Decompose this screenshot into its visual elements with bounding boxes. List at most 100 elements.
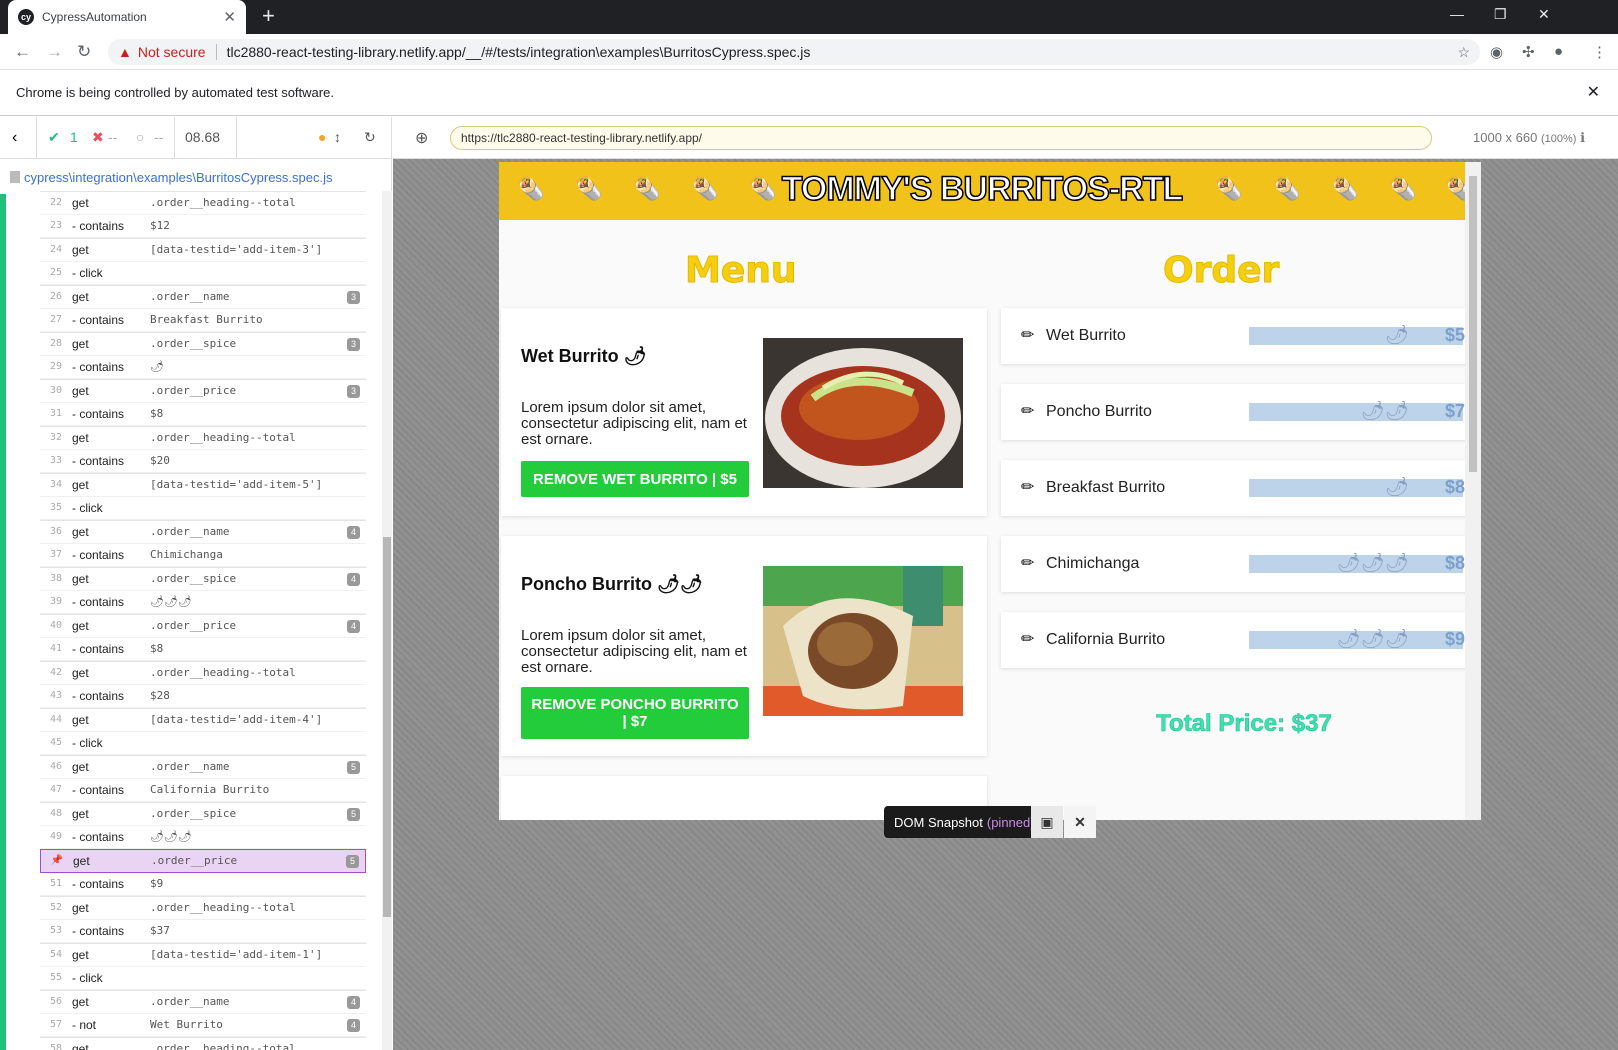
command-row[interactable]: 24 get [data-testid='add-item-3'] <box>40 238 366 262</box>
menu-kebab-icon[interactable]: ⋮ <box>1592 43 1607 61</box>
omnibox[interactable]: ▲ Not secure tlc2880-react-testing-libra… <box>108 39 1480 65</box>
failed-count: -- <box>108 129 118 145</box>
back-icon[interactable]: ← <box>14 42 31 62</box>
command-line-number: 45 <box>49 737 63 749</box>
command-row[interactable]: 26 get .order__name 3 <box>40 285 366 309</box>
bookmark-star-icon[interactable]: ☆ <box>1457 44 1470 61</box>
command-row[interactable]: 33 - contains $20 <box>40 450 366 473</box>
command-name: get <box>72 242 89 257</box>
command-row[interactable]: 28 get .order__spice 3 <box>40 332 366 356</box>
command-row[interactable]: 41 - contains $8 <box>40 638 366 661</box>
forward-icon[interactable]: → <box>46 42 63 62</box>
auto-scroll-icon[interactable]: ↕ <box>334 129 341 145</box>
command-message: .order__spice <box>150 337 237 351</box>
command-name: - contains <box>72 406 125 421</box>
command-row[interactable]: 52 get .order__heading--total <box>40 896 366 920</box>
command-row[interactable]: 42 get .order__heading--total <box>40 661 366 685</box>
command-row[interactable]: 31 - contains $8 <box>40 403 366 426</box>
command-row[interactable]: 27 - contains Breakfast Burrito <box>40 309 366 332</box>
menu-item-name: Wet Burrito <box>521 346 619 366</box>
command-line-number: 39 <box>49 596 63 608</box>
command-message: [data-testid='add-item-3'] <box>150 243 323 257</box>
command-name: get <box>72 524 89 539</box>
command-row[interactable]: 55 - click <box>40 967 366 990</box>
command-row[interactable]: 47 - contains California Burrito <box>40 779 366 802</box>
order-spice: 🌶 <box>1384 325 1409 346</box>
browser-tab[interactable]: cy CypressAutomation ✕ <box>8 0 246 34</box>
aut-header: ⊕ https://tlc2880-react-testing-library.… <box>393 117 1618 159</box>
command-row[interactable]: 38 get .order__spice 4 <box>40 567 366 591</box>
command-row[interactable]: 29 - contains 🌶 <box>40 356 366 379</box>
command-name: - contains <box>72 547 125 562</box>
command-message: $28 <box>150 689 170 703</box>
viewport-info[interactable]: 1000 x 660 (100%) ℹ <box>1473 130 1585 146</box>
command-row[interactable]: 23 - contains $12 <box>40 215 366 238</box>
minimize-icon[interactable]: — <box>1450 6 1464 22</box>
command-row[interactable]: 43 - contains $28 <box>40 685 366 708</box>
menu-heading: Menu <box>685 250 797 292</box>
command-log-scrollbar[interactable] <box>382 191 392 1050</box>
new-tab-icon[interactable]: + <box>262 3 275 29</box>
command-row[interactable]: 36 get .order__name 4 <box>40 520 366 544</box>
command-row[interactable]: 48 get .order__spice 5 <box>40 802 366 826</box>
command-row[interactable]: 35 - click <box>40 497 366 520</box>
command-line-number: 49 <box>49 831 63 843</box>
close-window-icon[interactable]: ✕ <box>1538 6 1550 23</box>
command-row[interactable]: 30 get .order__price 3 <box>40 379 366 403</box>
command-row[interactable]: 57 - not Wet Burrito 4 <box>40 1014 366 1037</box>
extensions-puzzle-icon[interactable]: ✣ <box>1522 43 1535 61</box>
command-row[interactable]: 45 - click <box>40 732 366 755</box>
order-row: ✏ Chimichanga 🌶🌶🌶 $8 <box>1001 536 1465 592</box>
automation-infobar: Chrome is being controlled by automated … <box>0 70 1618 116</box>
command-line-number: 40 <box>49 620 63 632</box>
infobar-text: Chrome is being controlled by automated … <box>16 85 334 100</box>
stats-divider <box>36 117 37 159</box>
command-row[interactable]: 51 - contains $9 <box>40 873 366 896</box>
command-row[interactable]: 📌 get .order__price 5 <box>40 849 366 873</box>
close-tab-icon[interactable]: ✕ <box>223 8 236 26</box>
app-scrollbar[interactable] <box>1465 162 1481 820</box>
command-row[interactable]: 34 get [data-testid='add-item-5'] <box>40 473 366 497</box>
infobar-close-icon[interactable]: ✕ <box>1587 82 1600 102</box>
command-name: - contains <box>72 876 125 891</box>
menu-item-card: Wet Burrito 🌶 Lorem ipsum dolor sit amet… <box>501 308 987 516</box>
command-row[interactable]: 37 - contains Chimichanga <box>40 544 366 567</box>
command-name: get <box>72 336 89 351</box>
stats-divider <box>174 117 175 159</box>
command-message: $37 <box>150 924 170 938</box>
unpin-close-icon[interactable]: ✕ <box>1064 806 1096 838</box>
command-row[interactable]: 44 get [data-testid='add-item-4'] <box>40 708 366 732</box>
restart-icon[interactable]: ↻ <box>364 129 376 146</box>
reload-icon[interactable]: ↻ <box>77 42 91 62</box>
profile-avatar-icon[interactable]: ● <box>1554 43 1563 60</box>
command-line-number: 46 <box>49 761 63 773</box>
command-row[interactable]: 54 get [data-testid='add-item-1'] <box>40 943 366 967</box>
command-row[interactable]: 46 get .order__name 5 <box>40 755 366 779</box>
cypress-extension-icon[interactable]: ◉ <box>1490 43 1503 61</box>
remove-poncho-burrito-button[interactable]: REMOVE PONCHO BURRITO | $7 <box>521 687 749 739</box>
command-row[interactable]: 40 get .order__price 4 <box>40 614 366 638</box>
restore-icon[interactable]: ❐ <box>1494 6 1507 23</box>
command-message: .order__heading--total <box>150 431 296 445</box>
command-row[interactable]: 49 - contains 🌶🌶🌶 <box>40 826 366 849</box>
command-line-number: 55 <box>49 972 63 984</box>
toggle-highlight-icon[interactable]: ▣ <box>1031 806 1063 838</box>
spec-path[interactable]: cypress\integration\examples\BurritosCyp… <box>0 165 392 189</box>
command-row[interactable]: 56 get .order__name 4 <box>40 990 366 1014</box>
command-row[interactable]: 53 - contains $37 <box>40 920 366 943</box>
remove-wet-burrito-button[interactable]: REMOVE WET BURRITO | $5 <box>521 461 749 497</box>
command-line-number: 44 <box>49 714 63 726</box>
app-scrollbar-thumb[interactable] <box>1469 176 1477 472</box>
tab-title: CypressAutomation <box>42 10 147 24</box>
command-line-number: 33 <box>49 455 63 467</box>
command-row[interactable]: 32 get .order__heading--total <box>40 426 366 450</box>
selector-playground-icon[interactable]: ⊕ <box>415 128 428 148</box>
back-to-specs-icon[interactable]: ‹ <box>12 129 17 147</box>
scrollbar-thumb[interactable] <box>383 537 391 917</box>
command-row[interactable]: 39 - contains 🌶🌶🌶 <box>40 591 366 614</box>
command-line-number: 22 <box>49 197 63 209</box>
command-row[interactable]: 22 get .order__heading--total <box>40 191 366 215</box>
command-row[interactable]: 58 get .order__heading--total <box>40 1037 366 1050</box>
command-row[interactable]: 25 - click <box>40 262 366 285</box>
command-message: Chimichanga <box>150 548 223 562</box>
